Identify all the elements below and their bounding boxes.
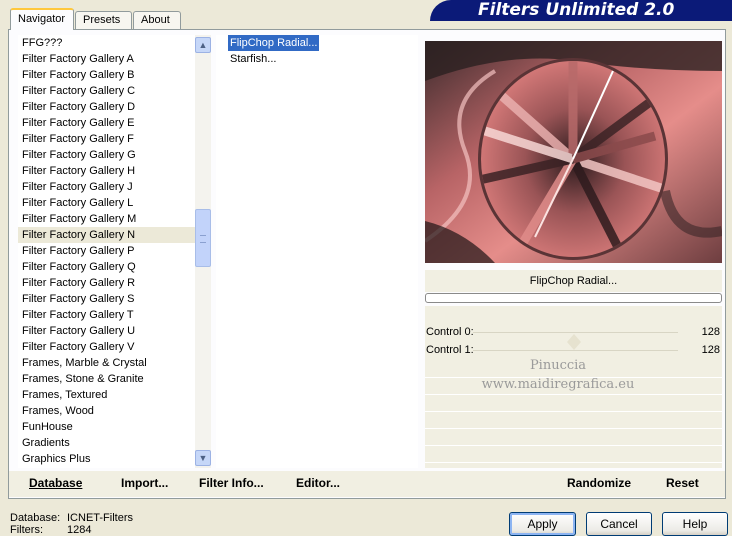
watermark: Pinuccia www.maidiregrafica.eu bbox=[468, 356, 648, 394]
category-item[interactable]: Filter Factory Gallery J bbox=[18, 179, 196, 195]
category-list[interactable]: FFG??? Filter Factory Gallery A Filter Fac… bbox=[18, 35, 196, 468]
category-item[interactable]: Frames, Stone & Granite bbox=[18, 371, 196, 387]
category-item[interactable]: Filter Factory Gallery H bbox=[18, 163, 196, 179]
control-slot-empty bbox=[425, 446, 722, 463]
status-filters-label: Filters: bbox=[10, 524, 43, 536]
category-item[interactable]: FunHouse bbox=[18, 419, 196, 435]
bottom-toolbar: Database Import... Filter Info... Editor… bbox=[9, 471, 725, 497]
category-item[interactable]: Graphics Plus bbox=[18, 451, 196, 467]
watermark-name: Pinuccia bbox=[529, 358, 587, 373]
category-item[interactable]: Filter Factory Gallery A bbox=[18, 51, 196, 67]
category-item[interactable]: Filter Factory Gallery P bbox=[18, 243, 196, 259]
category-item[interactable]: Frames, Wood bbox=[18, 403, 196, 419]
category-item[interactable]: Filter Factory Gallery V bbox=[18, 339, 196, 355]
tab-presets[interactable]: Presets bbox=[75, 11, 132, 29]
category-item[interactable]: Frames, Textured bbox=[18, 387, 196, 403]
category-item[interactable]: Filter Factory Gallery C bbox=[18, 83, 196, 99]
control-0-row[interactable]: Control 0: 128 bbox=[425, 324, 722, 342]
control-1-label: Control 1: bbox=[426, 344, 474, 356]
category-item[interactable]: Filter Factory Gallery U bbox=[18, 323, 196, 339]
reset-button[interactable]: Reset bbox=[666, 476, 699, 490]
status-database-label: Database: bbox=[10, 512, 61, 524]
category-item[interactable]: Filter Factory Gallery F bbox=[18, 131, 196, 147]
filter-item[interactable]: Starfish... bbox=[228, 51, 278, 67]
category-item[interactable]: Filter Factory Gallery B bbox=[18, 67, 196, 83]
control-1-slider[interactable] bbox=[473, 350, 678, 351]
control-0-value: 128 bbox=[701, 326, 720, 338]
control-slot-empty bbox=[425, 429, 722, 446]
control-1-slider-thumb[interactable] bbox=[567, 342, 581, 350]
apply-button[interactable]: Apply bbox=[509, 512, 576, 536]
editor-button[interactable]: Editor... bbox=[296, 476, 340, 490]
tab-about[interactable]: About bbox=[133, 11, 181, 29]
filter-list[interactable]: FlipChop Radial... Starfish... bbox=[216, 35, 418, 468]
control-0-slider[interactable] bbox=[473, 332, 678, 333]
current-filter-name: FlipChop Radial... bbox=[425, 270, 722, 292]
category-item[interactable]: Filter Factory Gallery S bbox=[18, 291, 196, 307]
status-database: Database: ICNET-Filters bbox=[10, 512, 133, 524]
filter-item[interactable]: FlipChop Radial... bbox=[228, 35, 320, 51]
tab-navigator[interactable]: Navigator bbox=[10, 8, 74, 30]
category-item[interactable]: Filter Factory Gallery Q bbox=[18, 259, 196, 275]
category-item[interactable]: Filter Factory Gallery L bbox=[18, 195, 196, 211]
category-scrollbar[interactable]: ▲ ▼ bbox=[195, 35, 211, 468]
status-filters: Filters: 1284 bbox=[10, 524, 91, 536]
category-item[interactable]: Filter Factory Gallery E bbox=[18, 115, 196, 131]
category-item[interactable]: Filter Factory Gallery R bbox=[18, 275, 196, 291]
cancel-button[interactable]: Cancel bbox=[586, 512, 652, 536]
progress-bar bbox=[425, 293, 722, 303]
import-button[interactable]: Import... bbox=[121, 476, 168, 490]
category-item[interactable]: Filter Factory Gallery G bbox=[18, 147, 196, 163]
status-filters-value: 1284 bbox=[67, 524, 92, 536]
category-item[interactable]: Filter Factory Gallery N bbox=[18, 227, 196, 243]
app-banner-title: Filters Unlimited 2.0 bbox=[430, 0, 732, 21]
control-0-label: Control 0: bbox=[426, 326, 474, 338]
category-item[interactable]: Filter Factory Gallery D bbox=[18, 99, 196, 115]
category-item[interactable]: Frames, Marble & Crystal bbox=[18, 355, 196, 371]
category-item[interactable]: Filter Factory Gallery M bbox=[18, 211, 196, 227]
category-item[interactable]: FFG??? bbox=[18, 35, 196, 51]
filter-info-button[interactable]: Filter Info... bbox=[199, 476, 264, 490]
control-0-slider-thumb[interactable] bbox=[567, 334, 581, 342]
category-item[interactable]: Filter Factory Gallery T bbox=[18, 307, 196, 323]
scroll-down-button[interactable]: ▼ bbox=[195, 450, 211, 466]
preview-image bbox=[425, 41, 722, 263]
category-item[interactable]: Gradients bbox=[18, 435, 196, 451]
scroll-up-button[interactable]: ▲ bbox=[195, 37, 211, 53]
help-button[interactable]: Help bbox=[662, 512, 728, 536]
status-database-value: ICNET-Filters bbox=[67, 512, 133, 524]
database-button[interactable]: Database bbox=[29, 476, 82, 490]
randomize-button[interactable]: Randomize bbox=[567, 476, 631, 490]
control-1-value: 128 bbox=[701, 344, 720, 356]
watermark-url: www.maidiregrafica.eu bbox=[481, 377, 635, 392]
control-slot-empty bbox=[425, 412, 722, 429]
control-slot-empty bbox=[425, 395, 722, 412]
scroll-thumb[interactable] bbox=[195, 209, 211, 267]
